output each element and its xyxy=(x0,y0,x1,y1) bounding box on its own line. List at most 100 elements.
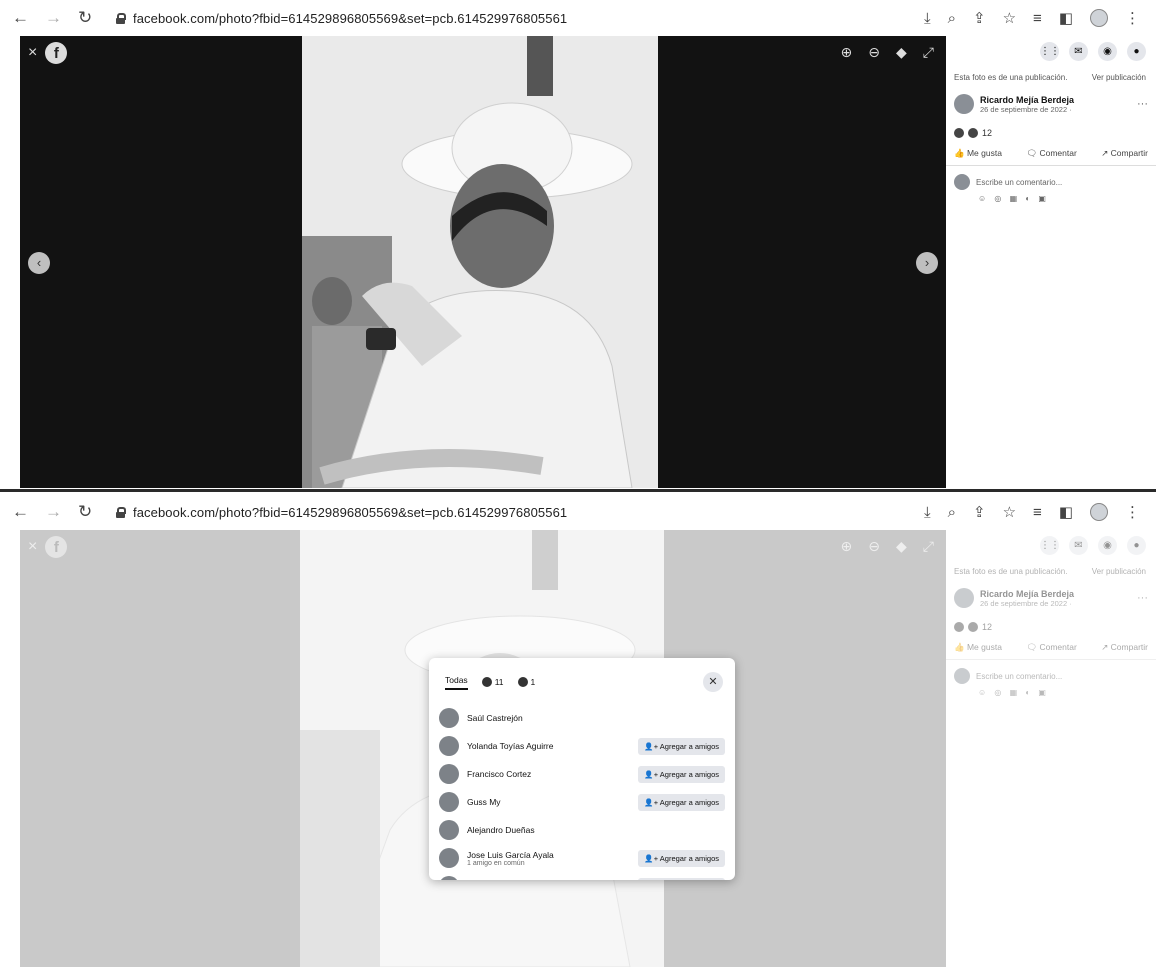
bell-icon[interactable]: ◉ xyxy=(1098,536,1117,555)
avatar[interactable] xyxy=(439,792,459,812)
photo-notice: Esta foto es de una publicación. Ver pub… xyxy=(946,555,1156,576)
messenger-icon[interactable]: ✉ xyxy=(1069,536,1088,555)
person-name[interactable]: Francisco Cortez xyxy=(467,769,531,779)
menu-icon[interactable]: ⋮ xyxy=(1125,9,1140,27)
commenter-avatar xyxy=(954,668,970,684)
zoom-in-icon[interactable]: ⊕ xyxy=(841,538,853,555)
zoom-out-icon[interactable]: ⊖ xyxy=(868,538,880,555)
photo-notice: Esta foto es de una publicación. Ver pub… xyxy=(946,61,1156,82)
tab-all[interactable]: Todas xyxy=(445,675,468,690)
list-item: Alejandro Dueñas xyxy=(439,816,725,844)
search-icon[interactable]: ⌕ xyxy=(948,10,956,27)
profile-icon[interactable] xyxy=(1090,503,1108,521)
like-button[interactable]: 👍 Me gusta xyxy=(954,642,1002,653)
playlist-icon[interactable]: ≡ xyxy=(1033,10,1042,27)
avatar[interactable] xyxy=(439,736,459,756)
messenger-icon[interactable]: ✉ xyxy=(1069,42,1088,61)
facebook-logo[interactable]: f xyxy=(45,42,68,64)
reactions-summary[interactable]: 12 xyxy=(946,608,1156,632)
author-name[interactable]: Ricardo Mejía Berdeja xyxy=(980,589,1074,599)
person-name[interactable]: Yolanda Toyías Aguirre xyxy=(467,741,553,751)
bell-icon[interactable]: ◉ xyxy=(1098,42,1117,61)
reactions-dialog: Todas 11 1 ✕ Saúl Castrejón Yolanda Toyía… xyxy=(429,658,735,880)
address-bar[interactable]: facebook.com/photo?fbid=614529896805569&… xyxy=(116,11,567,26)
reload-icon[interactable]: ↻ xyxy=(78,8,92,28)
author-name[interactable]: Ricardo Mejía Berdeja xyxy=(980,95,1074,105)
comment-input[interactable]: Escribe un comentario... xyxy=(976,672,1062,681)
share-button[interactable]: ↗ Compartir xyxy=(1101,148,1148,159)
forward-icon[interactable]: → xyxy=(45,8,62,28)
sidebar-icon[interactable]: ◧ xyxy=(1059,9,1073,27)
avatar[interactable] xyxy=(439,764,459,784)
tab-love[interactable]: 1 xyxy=(517,677,535,687)
grid-icon[interactable]: ⋮⋮ xyxy=(1040,536,1060,555)
like-icon xyxy=(954,622,964,632)
address-bar[interactable]: facebook.com/photo?fbid=614529896805569&… xyxy=(116,505,567,520)
view-post-link[interactable]: Ver publicación xyxy=(1092,73,1146,82)
install-icon[interactable]: ⤓ xyxy=(924,10,931,27)
like-button[interactable]: 👍 Me gusta xyxy=(954,148,1002,159)
person-name[interactable]: Alejandro Dueñas xyxy=(467,825,535,835)
add-friend-label: Agregar a amigos xyxy=(659,741,719,751)
comment-input[interactable]: Escribe un comentario... xyxy=(976,178,1062,187)
close-icon[interactable]: ✕ xyxy=(703,672,723,692)
comment-button[interactable]: 🗨 Comentar xyxy=(1026,642,1076,653)
more-options-icon[interactable]: ··· xyxy=(1137,98,1148,110)
install-icon[interactable]: ⤓ xyxy=(924,504,931,521)
profile-icon[interactable] xyxy=(1090,9,1108,27)
author-avatar[interactable] xyxy=(954,588,974,608)
reload-icon[interactable]: ↻ xyxy=(78,502,92,522)
browser-toolbar: ← → ↻ facebook.com/photo?fbid=6145298968… xyxy=(0,494,1156,530)
add-friend-button[interactable]: 👤+ Agregar a amigos xyxy=(638,849,725,867)
person-name[interactable]: Saúl Castrejón xyxy=(467,713,523,723)
person-name[interactable]: Jose Luis García Ayala xyxy=(467,850,554,860)
person-name[interactable]: Guss My xyxy=(467,797,501,807)
star-icon[interactable]: ☆ xyxy=(1003,9,1016,27)
tab-like[interactable]: 11 xyxy=(481,677,504,687)
share-icon[interactable]: ⇪ xyxy=(973,503,986,521)
fullscreen-icon[interactable]: ⤢ xyxy=(923,538,934,555)
more-options-icon[interactable]: ··· xyxy=(1137,592,1148,604)
comment-tools-icons[interactable]: ☺ ◎ ▦ ◐ ▣ xyxy=(946,190,1156,203)
forward-icon[interactable]: → xyxy=(45,502,62,522)
notice-text: Esta foto es de una publicación. xyxy=(954,567,1068,576)
fullscreen-icon[interactable]: ⤢ xyxy=(923,44,934,61)
star-icon[interactable]: ☆ xyxy=(1003,503,1016,521)
chevron-left-icon[interactable]: ‹ xyxy=(28,252,50,274)
author-avatar[interactable] xyxy=(954,94,974,114)
reactions-summary[interactable]: 12 xyxy=(946,114,1156,138)
close-icon[interactable]: × xyxy=(28,539,37,555)
add-friend-button[interactable]: 👤+ Agregar a amigos xyxy=(638,793,725,811)
avatar[interactable]: ● xyxy=(1127,42,1146,61)
post-date[interactable]: 26 de septiembre de 2022 · xyxy=(980,105,1074,114)
zoom-in-icon[interactable]: ⊕ xyxy=(841,44,853,61)
comment-tools-icons[interactable]: ☺ ◎ ▦ ◐ ▣ xyxy=(946,684,1156,697)
avatar[interactable] xyxy=(439,820,459,840)
avatar[interactable] xyxy=(439,708,459,728)
avatar[interactable] xyxy=(439,876,459,880)
comment-label: Comentar xyxy=(1039,642,1077,652)
add-friend-button[interactable]: 👤+ Agregar a amigos xyxy=(638,765,725,783)
comment-button[interactable]: 🗨 Comentar xyxy=(1026,148,1076,159)
zoom-out-icon[interactable]: ⊖ xyxy=(868,44,880,61)
avatar[interactable]: ● xyxy=(1127,536,1146,555)
close-icon[interactable]: × xyxy=(28,45,37,61)
playlist-icon[interactable]: ≡ xyxy=(1033,504,1042,521)
facebook-logo[interactable]: f xyxy=(45,536,68,558)
back-icon[interactable]: ← xyxy=(12,502,29,522)
add-friend-button[interactable]: 👤+ Agregar a amigos xyxy=(638,877,725,880)
post-date[interactable]: 26 de septiembre de 2022 · xyxy=(980,599,1074,608)
chevron-right-icon[interactable]: › xyxy=(916,252,938,274)
tag-icon[interactable]: ◆ xyxy=(896,538,907,555)
grid-icon[interactable]: ⋮⋮ xyxy=(1040,42,1060,61)
back-icon[interactable]: ← xyxy=(12,8,29,28)
avatar[interactable] xyxy=(439,848,459,868)
view-post-link[interactable]: Ver publicación xyxy=(1092,567,1146,576)
sidebar-icon[interactable]: ◧ xyxy=(1059,503,1073,521)
share-button[interactable]: ↗ Compartir xyxy=(1101,642,1148,653)
tag-icon[interactable]: ◆ xyxy=(896,44,907,61)
share-icon[interactable]: ⇪ xyxy=(973,9,986,27)
search-icon[interactable]: ⌕ xyxy=(948,504,956,521)
add-friend-button[interactable]: 👤+ Agregar a amigos xyxy=(638,737,725,755)
menu-icon[interactable]: ⋮ xyxy=(1125,503,1140,521)
